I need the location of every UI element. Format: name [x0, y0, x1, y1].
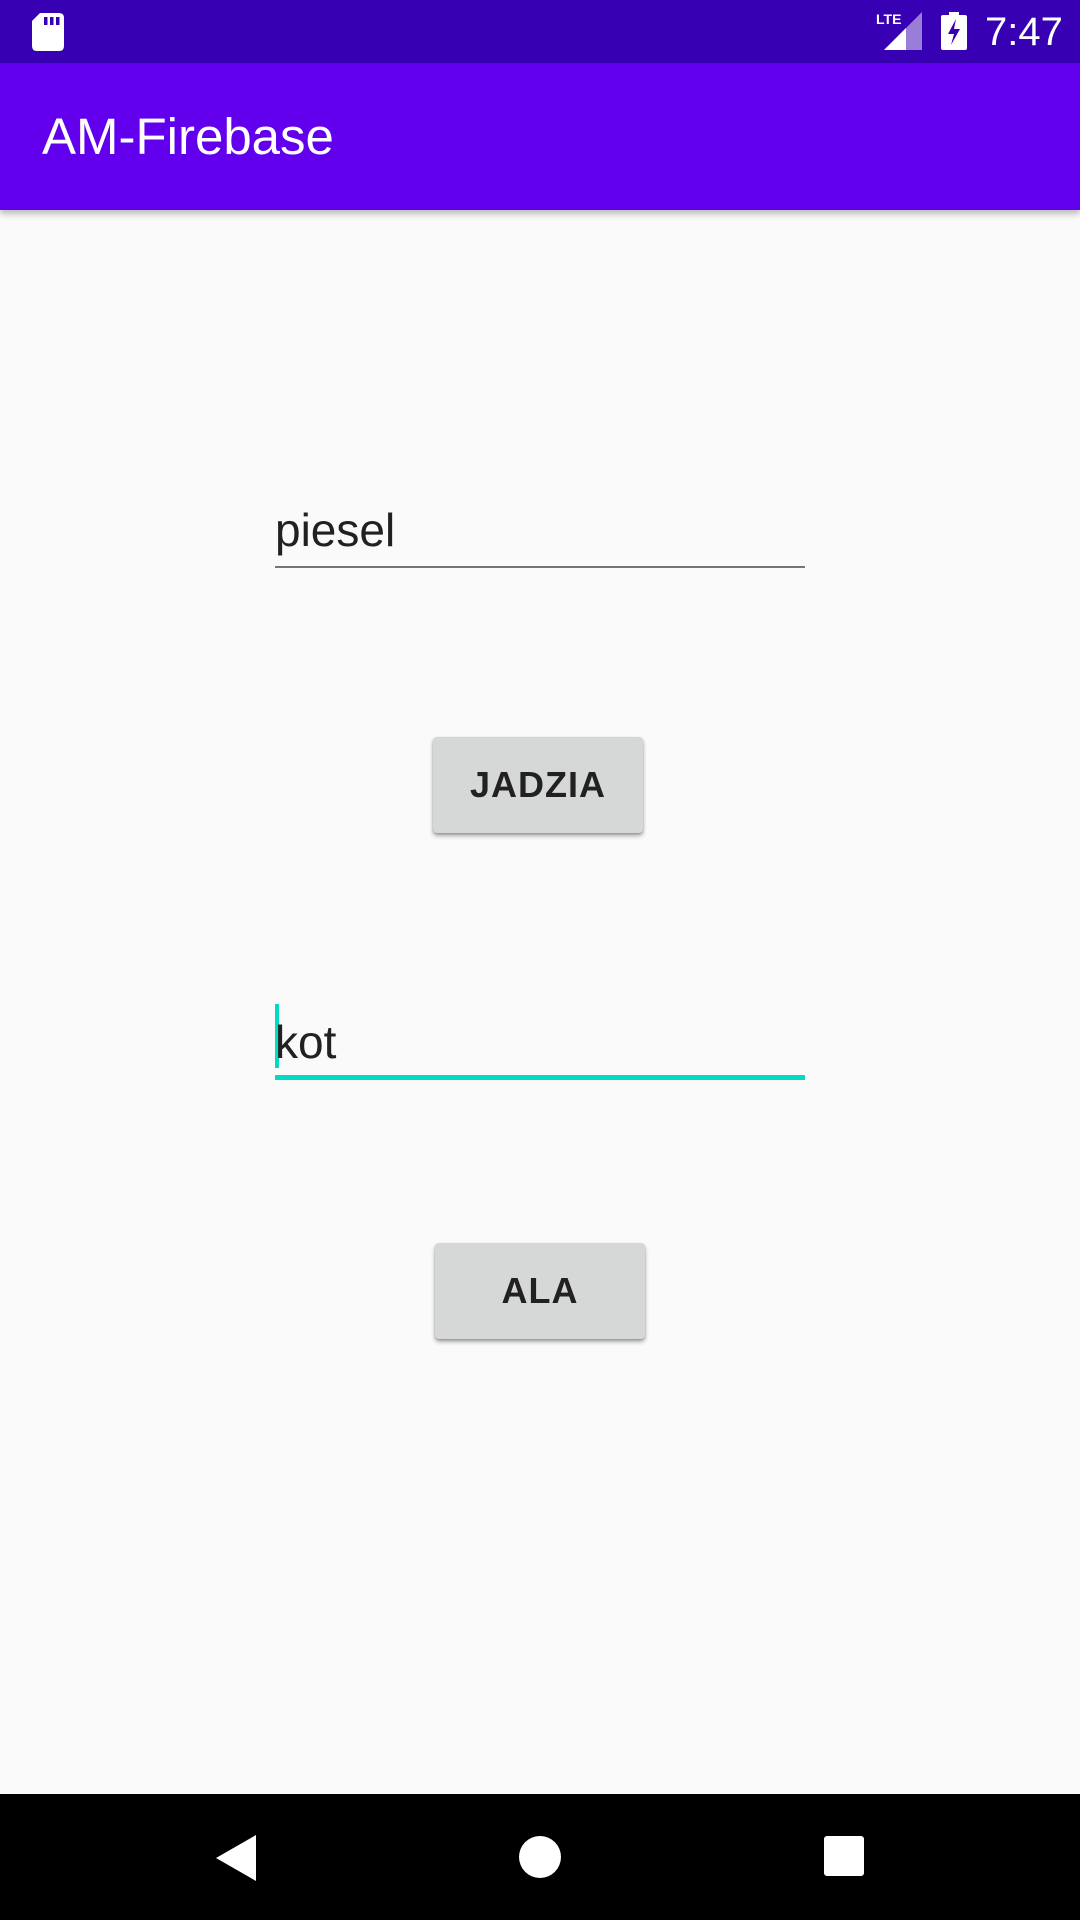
battery-charging-icon: [941, 12, 967, 50]
jadzia-button[interactable]: JADZIA: [433, 737, 643, 833]
navigation-bar: [0, 1794, 1080, 1920]
text-field-2-underline: [275, 1075, 805, 1080]
network-type-label: LTE: [876, 11, 901, 27]
lte-signal-icon: LTE: [876, 11, 922, 50]
status-clock: 7:47: [985, 10, 1063, 54]
text-field-2-value: kot: [275, 1016, 337, 1068]
sd-card-icon: [32, 13, 64, 51]
text-field-1[interactable]: piesel: [275, 498, 805, 570]
text-field-2[interactable]: kot: [275, 1004, 805, 1082]
app-bar: AM-Firebase: [0, 63, 1080, 210]
app-title: AM-Firebase: [42, 108, 334, 165]
text-field-1-value: piesel: [275, 504, 396, 556]
back-icon[interactable]: [216, 1835, 256, 1881]
recents-icon[interactable]: [824, 1836, 864, 1876]
ala-button[interactable]: ALA: [435, 1243, 645, 1339]
text-field-1-underline: [275, 566, 805, 568]
app-screen: LTE 7:47 AM-Firebase piesel JADZIA kot A…: [0, 0, 1080, 1920]
home-icon[interactable]: [519, 1836, 561, 1878]
status-bar: LTE 7:47: [0, 0, 1080, 63]
